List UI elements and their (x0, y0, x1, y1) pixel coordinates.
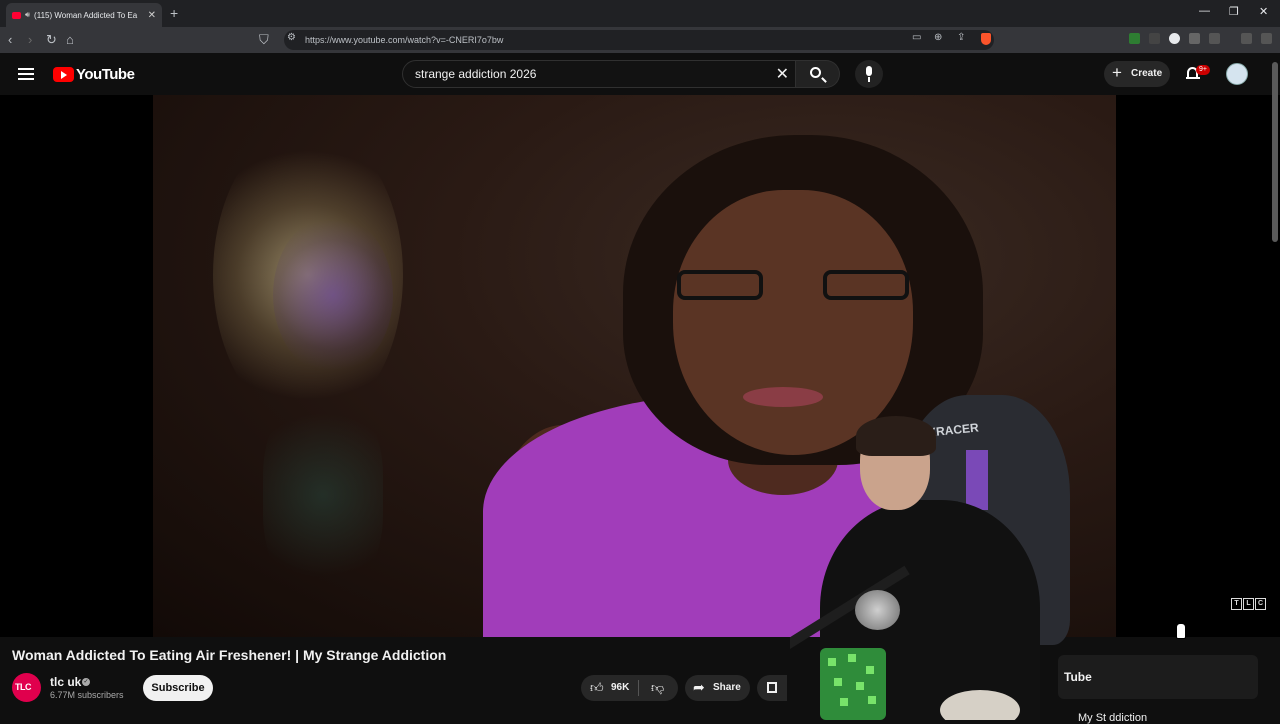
like-count[interactable]: 96K (611, 682, 629, 693)
restore-icon[interactable]: ❐ (1229, 5, 1239, 18)
like-dislike-group: 👍︎ 96K 👎︎ (581, 675, 678, 701)
url-text: https://www.youtube.com/watch?v=-CNERI7o… (305, 35, 504, 45)
extension-icon[interactable] (1169, 33, 1180, 44)
share-button[interactable]: ➦ Share (685, 675, 750, 701)
flowers-bokeh-purple (273, 215, 393, 375)
search-query: strange addiction 2026 (415, 67, 537, 81)
side-panel-card[interactable]: Tube (1058, 655, 1258, 699)
zoom-icon[interactable]: ⊕ (934, 32, 942, 43)
menu-icon[interactable] (1261, 33, 1272, 44)
bookmark-icon[interactable]: ⛉ (259, 32, 269, 48)
subscribe-button[interactable]: Subscribe (143, 675, 213, 701)
create-button[interactable]: + Create (1104, 61, 1170, 87)
browser-tab-strip: 🔊︎ (115) Woman Addicted To Ea ✕ + — ❐ ✕ (0, 0, 1280, 27)
sidebar-icon[interactable] (1209, 33, 1220, 44)
cast-icon[interactable]: ▭ (912, 32, 921, 43)
clear-icon[interactable]: ✕ (776, 64, 789, 84)
share-page-icon[interactable]: ⇪ (957, 32, 965, 43)
share-icon: ➦ (693, 679, 705, 695)
plus-icon: + (1112, 63, 1122, 82)
speaker-icon[interactable]: 🔊︎ (25, 10, 30, 20)
youtube-play-icon (53, 67, 74, 82)
url-field[interactable]: https://www.youtube.com/watch?v=-CNERI7o… (284, 30, 994, 50)
reload-icon[interactable]: ↻ (46, 32, 57, 48)
youtube-logo[interactable]: YouTube (53, 66, 135, 83)
close-tab-icon[interactable]: ✕ (148, 10, 156, 21)
home-icon[interactable]: ⌂ (66, 32, 74, 47)
channel-avatar-text: TLC (15, 682, 32, 692)
site-info-icon[interactable]: ⚙ (287, 32, 296, 43)
save-icon (767, 682, 777, 693)
youtube-favicon-icon (12, 11, 21, 19)
search-button[interactable] (796, 60, 840, 88)
close-window-icon[interactable]: ✕ (1259, 5, 1268, 18)
side-card-text: Tube (1064, 670, 1092, 684)
notification-badge: 9+ (1196, 65, 1210, 75)
hamburger-icon[interactable] (18, 68, 34, 80)
video-title: Woman Addicted To Eating Air Freshener! … (12, 647, 447, 663)
puzzle-icon[interactable] (1189, 33, 1200, 44)
forward-icon[interactable]: › (28, 32, 32, 47)
like-icon[interactable]: 👍︎ (590, 680, 604, 696)
search-icon (810, 67, 821, 78)
new-tab-plus-icon[interactable]: + (170, 5, 178, 21)
brave-shield-icon[interactable] (981, 33, 991, 45)
address-toolbar: ‹ › ↻ ⌂ ⛉ https://www.youtube.com/watch?… (0, 27, 1280, 53)
back-icon[interactable]: ‹ (8, 32, 12, 47)
channel-name[interactable]: tlc uk (50, 675, 81, 689)
subscriber-count: 6.77M subscribers (50, 690, 124, 700)
tab-title: (115) Woman Addicted To Ea (34, 10, 138, 20)
dislike-icon[interactable]: 👎︎ (651, 680, 664, 696)
create-label: Create (1131, 68, 1163, 79)
vase-bokeh (263, 395, 383, 595)
extension-icon[interactable] (1149, 33, 1160, 44)
youtube-masthead: YouTube strange addiction 2026 ✕ + Creat… (0, 53, 1280, 95)
avatar[interactable] (1226, 63, 1248, 85)
search-input[interactable]: strange addiction 2026 ✕ (402, 60, 796, 88)
save-button[interactable] (757, 675, 787, 701)
glasses (673, 270, 913, 300)
channel-avatar[interactable]: TLC (12, 673, 41, 702)
share-label: Share (713, 682, 741, 693)
logo-text: YouTube (76, 66, 135, 83)
minimize-icon[interactable]: — (1199, 5, 1210, 17)
browser-tab-youtube[interactable]: 🔊︎ (115) Woman Addicted To Ea ✕ (6, 3, 162, 27)
recommended-video-title[interactable]: My St ddiction (1078, 712, 1147, 724)
media-icon[interactable] (1241, 33, 1252, 44)
extension-icon[interactable] (1129, 33, 1140, 44)
tlc-watermark: TLC (1231, 598, 1266, 610)
green-cup (820, 648, 886, 720)
verified-icon: ✓ (82, 678, 90, 686)
microphone (855, 590, 900, 630)
mic-icon[interactable] (855, 60, 883, 88)
scrollbar[interactable] (1272, 62, 1278, 242)
